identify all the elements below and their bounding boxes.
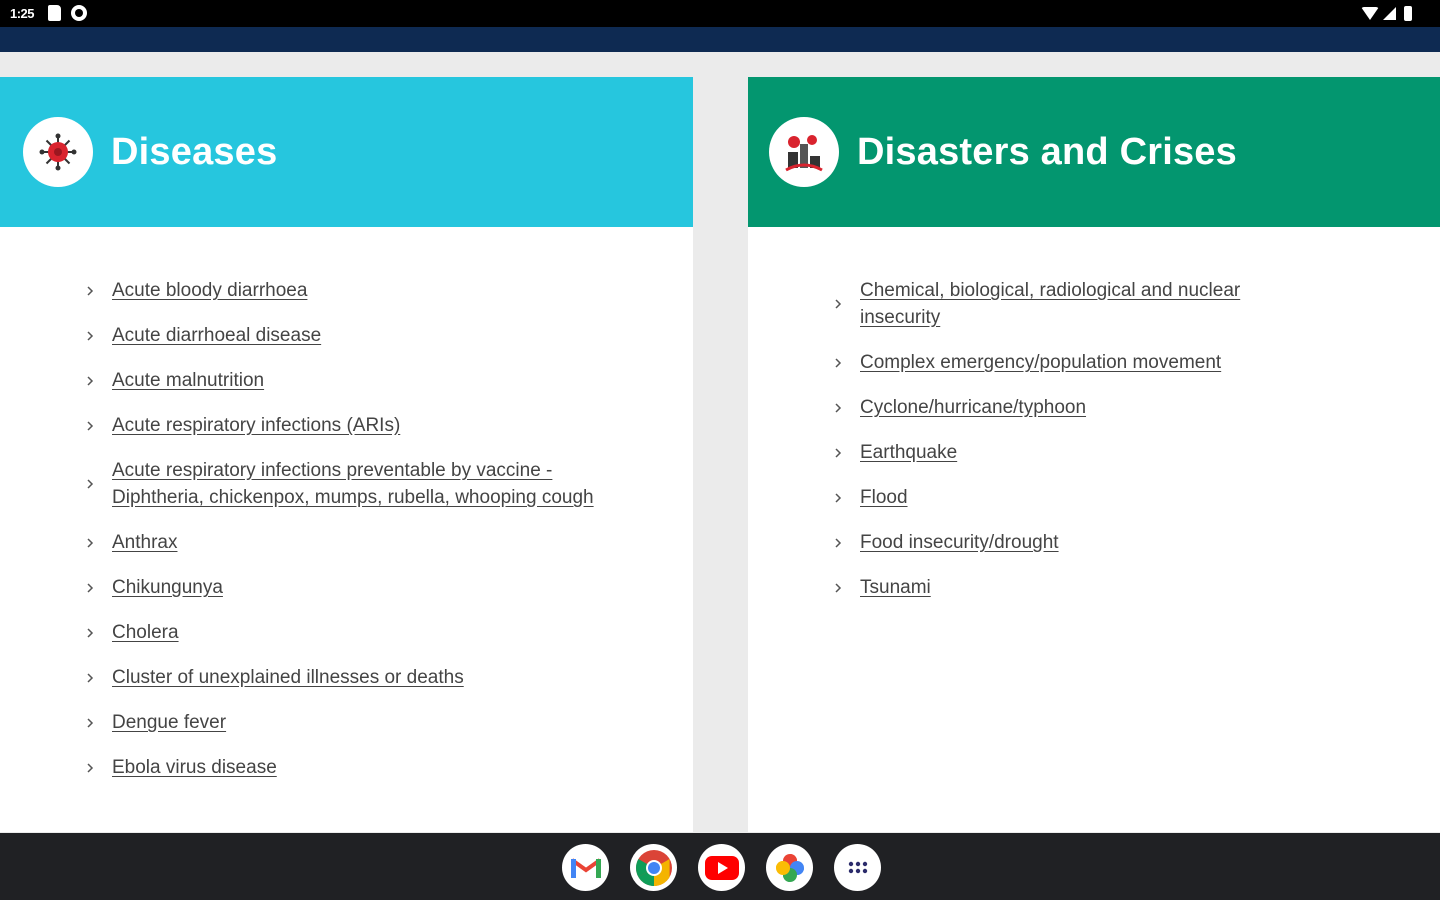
chevron-right-icon [834, 492, 860, 503]
disaster-item-chemical-biological-radiological-and-nuc[interactable]: Chemical, biological, radiological and n… [834, 277, 1314, 331]
photos-icon[interactable] [766, 844, 813, 891]
disaster-item-food-insecurity-drought[interactable]: Food insecurity/drought [834, 529, 1314, 556]
disease-link[interactable]: Acute malnutrition [112, 367, 264, 394]
data-saver-icon [71, 5, 87, 21]
disease-link[interactable]: Acute diarrhoeal disease [112, 322, 321, 349]
disaster-icon [769, 117, 839, 187]
disasters-header: Disasters and Crises [748, 77, 1440, 227]
chrome-icon[interactable] [630, 844, 677, 891]
diseases-list: Acute bloody diarrhoea Acute diarrhoeal d… [86, 277, 616, 799]
chevron-right-icon [86, 420, 112, 431]
disease-item-chikungunya[interactable]: Chikungunya [86, 574, 616, 601]
signal-icon [1383, 7, 1396, 20]
disaster-link[interactable]: Flood [860, 484, 908, 511]
disease-link[interactable]: Cholera [112, 619, 179, 646]
disaster-item-flood[interactable]: Flood [834, 484, 1314, 511]
diseases-title: Diseases [111, 130, 278, 173]
disease-item-acute-respiratory-infections-aris[interactable]: Acute respiratory infections (ARIs) [86, 412, 616, 439]
chevron-right-icon [834, 537, 860, 548]
status-bar: 1:25 [0, 0, 1440, 27]
diseases-header: Diseases [0, 77, 693, 227]
disaster-item-complex-emergency-population-movement[interactable]: Complex emergency/population movement [834, 349, 1314, 376]
disaster-link[interactable]: Cyclone/hurricane/typhoon [860, 394, 1086, 421]
disaster-item-earthquake[interactable]: Earthquake [834, 439, 1314, 466]
disease-item-acute-malnutrition[interactable]: Acute malnutrition [86, 367, 616, 394]
disease-item-cluster-of-unexplained-illnesses-or-deat[interactable]: Cluster of unexplained illnesses or deat… [86, 664, 616, 691]
wifi-icon [1361, 7, 1379, 20]
disease-item-acute-respiratory-infections-preventable[interactable]: Acute respiratory infections preventable… [86, 457, 616, 511]
disasters-list: Chemical, biological, radiological and n… [834, 277, 1314, 619]
chevron-right-icon [86, 627, 112, 638]
chevron-right-icon [86, 762, 112, 773]
disasters-panel: Disasters and Crises Chemical, biologica… [748, 77, 1440, 832]
taskbar-dock [0, 833, 1440, 900]
disease-item-anthrax[interactable]: Anthrax [86, 529, 616, 556]
virus-icon [23, 117, 93, 187]
chevron-right-icon [834, 357, 860, 368]
gmail-icon[interactable] [562, 844, 609, 891]
chevron-right-icon [86, 672, 112, 683]
disasters-title: Disasters and Crises [857, 130, 1237, 173]
disease-item-dengue-fever[interactable]: Dengue fever [86, 709, 616, 736]
chevron-right-icon [834, 582, 860, 593]
disease-link[interactable]: Acute respiratory infections (ARIs) [112, 412, 400, 439]
disaster-link[interactable]: Complex emergency/population movement [860, 349, 1221, 376]
app-bar [0, 27, 1440, 52]
chevron-right-icon [86, 582, 112, 593]
chevron-right-icon [86, 537, 112, 548]
youtube-icon[interactable] [698, 844, 745, 891]
disease-link[interactable]: Dengue fever [112, 709, 226, 736]
disease-item-acute-diarrhoeal-disease[interactable]: Acute diarrhoeal disease [86, 322, 616, 349]
disease-link[interactable]: Acute bloody diarrhoea [112, 277, 307, 304]
disease-item-acute-bloody-diarrhoea[interactable]: Acute bloody diarrhoea [86, 277, 616, 304]
disaster-link[interactable]: Tsunami [860, 574, 931, 601]
chevron-right-icon [834, 299, 860, 309]
chevron-right-icon [834, 402, 860, 413]
diseases-panel: Diseases Acute bloody diarrhoea Acute dia… [0, 77, 693, 832]
chevron-right-icon [86, 285, 112, 296]
sd-card-icon [48, 5, 61, 21]
disaster-item-tsunami[interactable]: Tsunami [834, 574, 1314, 601]
battery-icon [1404, 6, 1412, 21]
disease-link[interactable]: Acute respiratory infections preventable… [112, 457, 616, 511]
disaster-item-cyclone-hurricane-typhoon[interactable]: Cyclone/hurricane/typhoon [834, 394, 1314, 421]
chevron-right-icon [86, 330, 112, 341]
disease-item-ebola-virus-disease[interactable]: Ebola virus disease [86, 754, 616, 781]
disease-link[interactable]: Cluster of unexplained illnesses or deat… [112, 664, 464, 691]
disease-link[interactable]: Anthrax [112, 529, 177, 556]
disease-item-cholera[interactable]: Cholera [86, 619, 616, 646]
chevron-right-icon [86, 717, 112, 728]
disaster-link[interactable]: Earthquake [860, 439, 957, 466]
disaster-link[interactable]: Food insecurity/drought [860, 529, 1059, 556]
chevron-right-icon [834, 447, 860, 458]
disease-link[interactable]: Ebola virus disease [112, 754, 277, 781]
status-time: 1:25 [10, 6, 35, 21]
disaster-link[interactable]: Chemical, biological, radiological and n… [860, 277, 1314, 331]
chevron-right-icon [86, 375, 112, 386]
app-drawer-icon[interactable] [834, 844, 881, 891]
disease-link[interactable]: Chikungunya [112, 574, 223, 601]
chevron-right-icon [86, 479, 112, 489]
